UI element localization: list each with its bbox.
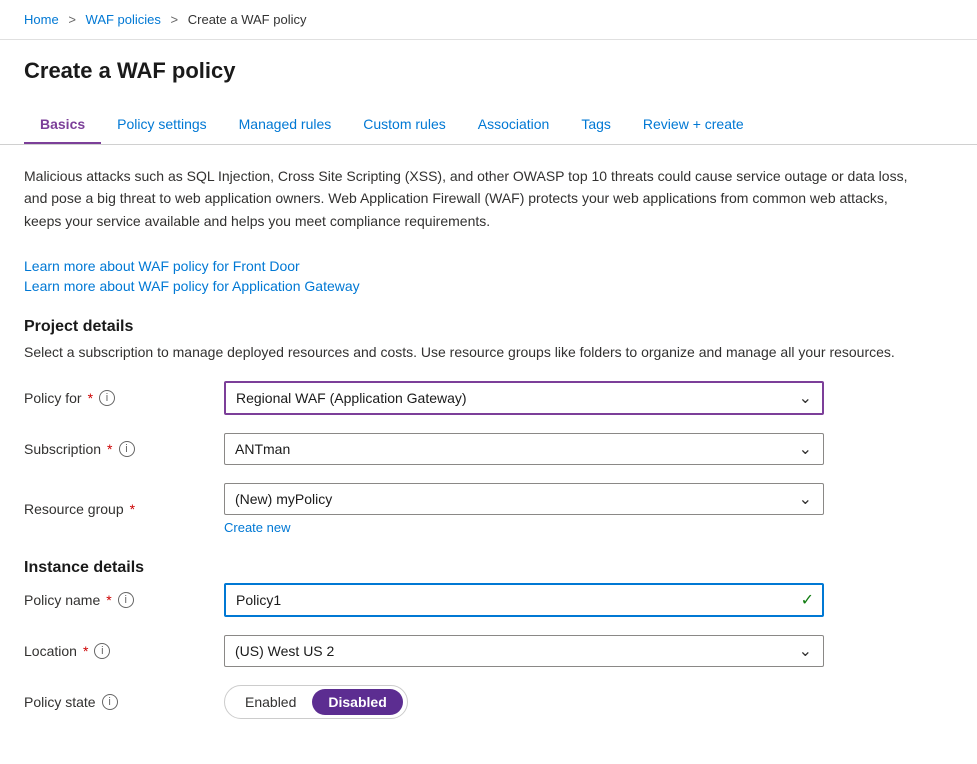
policy-for-label-text: Policy for bbox=[24, 390, 82, 406]
content-area: Malicious attacks such as SQL Injection,… bbox=[0, 145, 977, 757]
breadcrumb: Home > WAF policies > Create a WAF polic… bbox=[0, 0, 977, 40]
breadcrumb-sep-1: > bbox=[68, 12, 76, 27]
resource-group-row: Resource group * (New) myPolicy Create n… bbox=[24, 483, 953, 535]
subscription-required: * bbox=[107, 441, 112, 457]
policy-name-control: ✓ bbox=[224, 583, 824, 617]
location-label-text: Location bbox=[24, 643, 77, 659]
policy-state-control: Enabled Disabled bbox=[224, 685, 824, 719]
policy-for-control: Regional WAF (Application Gateway) Globa… bbox=[224, 381, 824, 415]
policy-name-info-icon[interactable]: i bbox=[118, 592, 134, 608]
tab-custom-rules[interactable]: Custom rules bbox=[347, 106, 461, 144]
tabs-container: Basics Policy settings Managed rules Cus… bbox=[0, 106, 977, 145]
location-info-icon[interactable]: i bbox=[94, 643, 110, 659]
policy-name-label-text: Policy name bbox=[24, 592, 100, 608]
tab-association[interactable]: Association bbox=[462, 106, 566, 144]
description-text: Malicious attacks such as SQL Injection,… bbox=[24, 165, 924, 232]
policy-for-select[interactable]: Regional WAF (Application Gateway) Globa… bbox=[224, 381, 824, 415]
policy-for-label: Policy for * i bbox=[24, 390, 224, 406]
policy-name-input[interactable] bbox=[224, 583, 824, 617]
policy-name-required: * bbox=[106, 592, 111, 608]
policy-for-info-icon[interactable]: i bbox=[99, 390, 115, 406]
link-app-gateway[interactable]: Learn more about WAF policy for Applicat… bbox=[24, 278, 953, 294]
tab-basics[interactable]: Basics bbox=[24, 106, 101, 144]
create-new-link[interactable]: Create new bbox=[224, 520, 824, 535]
location-control: (US) West US 2 (US) East US (EU) West Eu… bbox=[224, 635, 824, 667]
policy-state-info-icon[interactable]: i bbox=[102, 694, 118, 710]
policy-for-row: Policy for * i Regional WAF (Application… bbox=[24, 381, 953, 415]
resource-group-control: (New) myPolicy Create new bbox=[224, 483, 824, 535]
resource-group-label-text: Resource group bbox=[24, 501, 124, 517]
project-details-desc: Select a subscription to manage deployed… bbox=[24, 342, 924, 363]
breadcrumb-current: Create a WAF policy bbox=[188, 12, 307, 27]
tab-review-create[interactable]: Review + create bbox=[627, 106, 760, 144]
policy-state-toggle: Enabled Disabled bbox=[224, 685, 408, 719]
subscription-select[interactable]: ANTman bbox=[224, 433, 824, 465]
resource-group-select-wrapper: (New) myPolicy bbox=[224, 483, 824, 515]
policy-for-required: * bbox=[88, 390, 93, 406]
location-select[interactable]: (US) West US 2 (US) East US (EU) West Eu… bbox=[224, 635, 824, 667]
policy-name-row: Policy name * i ✓ bbox=[24, 583, 953, 617]
toggle-enabled[interactable]: Enabled bbox=[229, 689, 312, 715]
breadcrumb-sep-2: > bbox=[171, 12, 179, 27]
subscription-label: Subscription * i bbox=[24, 441, 224, 457]
subscription-info-icon[interactable]: i bbox=[119, 441, 135, 457]
policy-name-check-icon: ✓ bbox=[801, 590, 814, 610]
tab-managed-rules[interactable]: Managed rules bbox=[223, 106, 348, 144]
location-label: Location * i bbox=[24, 643, 224, 659]
breadcrumb-home[interactable]: Home bbox=[24, 12, 59, 27]
subscription-select-wrapper: ANTman bbox=[224, 433, 824, 465]
project-details-title: Project details bbox=[24, 318, 953, 336]
policy-name-label: Policy name * i bbox=[24, 592, 224, 608]
tab-tags[interactable]: Tags bbox=[565, 106, 627, 144]
subscription-label-text: Subscription bbox=[24, 441, 101, 457]
instance-details-title: Instance details bbox=[24, 559, 953, 577]
policy-for-select-wrapper: Regional WAF (Application Gateway) Globa… bbox=[224, 381, 824, 415]
resource-group-select[interactable]: (New) myPolicy bbox=[224, 483, 824, 515]
location-row: Location * i (US) West US 2 (US) East US… bbox=[24, 635, 953, 667]
resource-group-required: * bbox=[130, 501, 135, 517]
resource-group-label: Resource group * bbox=[24, 501, 224, 517]
page-header: Create a WAF policy bbox=[0, 40, 977, 94]
toggle-disabled[interactable]: Disabled bbox=[312, 689, 402, 715]
subscription-control: ANTman bbox=[224, 433, 824, 465]
policy-state-label: Policy state i bbox=[24, 694, 224, 710]
location-select-wrapper: (US) West US 2 (US) East US (EU) West Eu… bbox=[224, 635, 824, 667]
policy-state-label-text: Policy state bbox=[24, 694, 96, 710]
tab-policy-settings[interactable]: Policy settings bbox=[101, 106, 222, 144]
location-required: * bbox=[83, 643, 88, 659]
page-title: Create a WAF policy bbox=[24, 58, 953, 84]
policy-name-input-wrapper: ✓ bbox=[224, 583, 824, 617]
breadcrumb-waf-policies[interactable]: WAF policies bbox=[86, 12, 161, 27]
policy-state-row: Policy state i Enabled Disabled bbox=[24, 685, 953, 719]
subscription-row: Subscription * i ANTman bbox=[24, 433, 953, 465]
link-front-door[interactable]: Learn more about WAF policy for Front Do… bbox=[24, 258, 953, 274]
